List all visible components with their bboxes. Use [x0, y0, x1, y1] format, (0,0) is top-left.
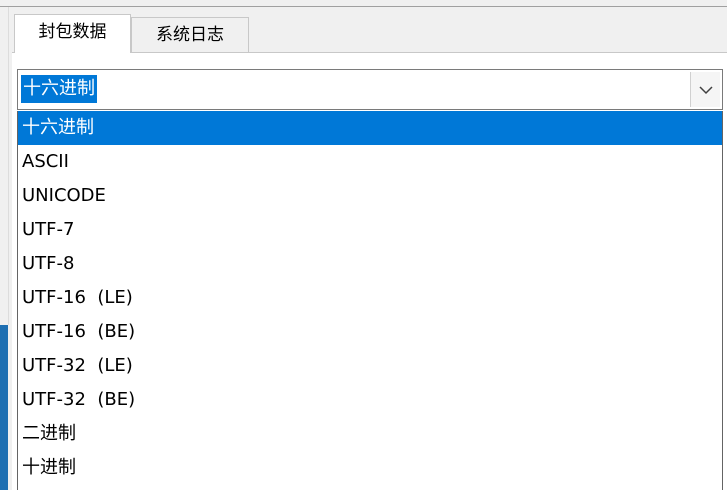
dropdown-option-hex[interactable]: 十六进制: [18, 111, 722, 145]
tab-system-log[interactable]: 系统日志: [131, 17, 249, 52]
dropdown-option-utf7[interactable]: UTF-7: [18, 213, 722, 247]
background-window-edge: [0, 325, 8, 490]
dropdown-option-utf16-le[interactable]: UTF-16 (LE): [18, 281, 722, 315]
dropdown-option-utf16-be[interactable]: UTF-16 (BE): [18, 315, 722, 349]
window-top-border: [0, 6, 727, 7]
dropdown-option-binary[interactable]: 二进制: [18, 417, 722, 451]
dropdown-option-utf8[interactable]: UTF-8: [18, 247, 722, 281]
dropdown-option-utf32-be[interactable]: UTF-32 (BE): [18, 383, 722, 417]
left-panel-edge: [0, 7, 9, 325]
dropdown-option-decimal[interactable]: 十进制: [18, 451, 722, 485]
tab-packet-data[interactable]: 封包数据: [14, 14, 131, 53]
encoding-combobox[interactable]: 十六进制: [17, 69, 723, 110]
encoding-dropdown-list: 十六进制 ASCII UNICODE UTF-7 UTF-8 UTF-16 (L…: [17, 111, 723, 490]
dropdown-option-unicode[interactable]: UNICODE: [18, 179, 722, 213]
chevron-down-icon: [698, 80, 713, 99]
dropdown-option-utf32-le[interactable]: UTF-32 (LE): [18, 349, 722, 383]
combobox-dropdown-button[interactable]: [690, 72, 720, 107]
encoding-combobox-value: 十六进制: [21, 75, 97, 103]
dropdown-option-ascii[interactable]: ASCII: [18, 145, 722, 179]
